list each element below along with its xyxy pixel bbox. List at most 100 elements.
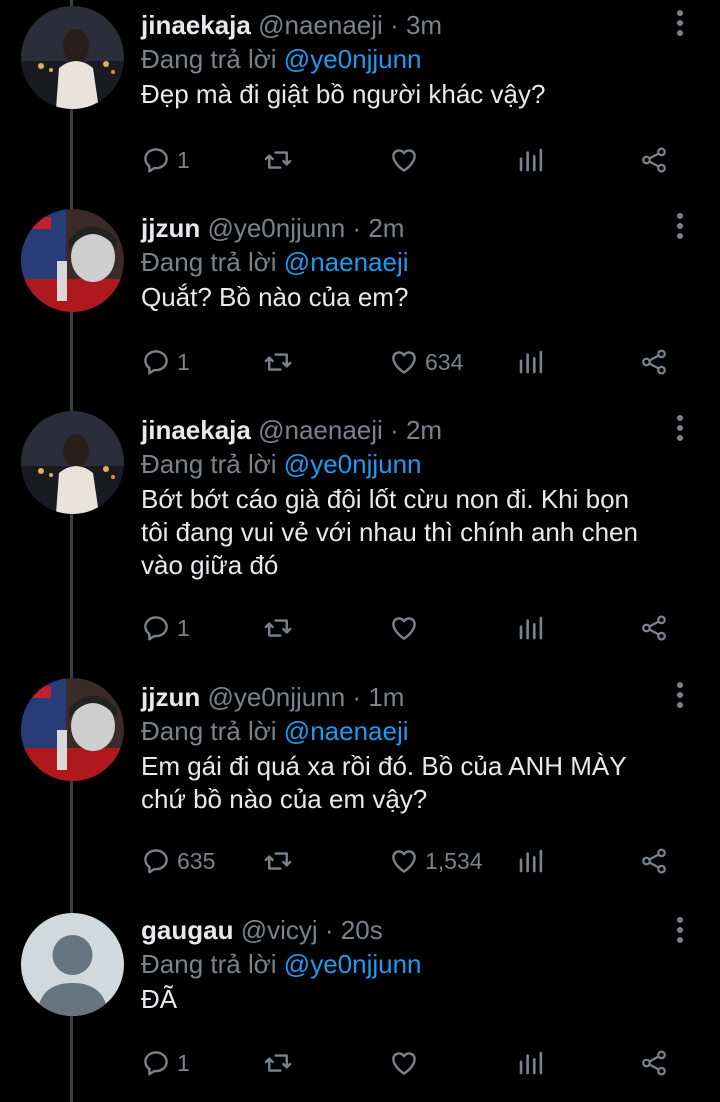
share-icon bbox=[642, 147, 666, 173]
like-count: 634 bbox=[425, 348, 464, 375]
analytics-icon bbox=[519, 350, 543, 374]
tweet[interactable]: gaugau @vicyj · 20s Đang trả lời @ye0njj… bbox=[0, 907, 720, 1102]
avatar[interactable] bbox=[21, 6, 124, 109]
replying-to: Đang trả lời @naenaeji bbox=[141, 247, 409, 277]
analytics-icon bbox=[519, 849, 543, 873]
replying-to: Đang trả lời @ye0njjunn bbox=[141, 449, 422, 479]
retweet-button[interactable] bbox=[263, 843, 299, 879]
analytics-button[interactable] bbox=[516, 843, 546, 879]
action-bar: 1 bbox=[141, 1045, 681, 1081]
tweet-text: Bớt bớt cáo già đội lốt cừu non đi. Khi … bbox=[141, 484, 638, 580]
display-name[interactable]: jinaekaja bbox=[141, 10, 251, 40]
like-button[interactable] bbox=[389, 142, 425, 178]
handle[interactable]: @ye0njjunn bbox=[207, 682, 345, 712]
reply-button[interactable]: 1 bbox=[141, 610, 190, 646]
reply-count: 1 bbox=[177, 348, 190, 375]
handle[interactable]: @ye0njjunn bbox=[207, 213, 345, 243]
like-button[interactable]: 634 bbox=[389, 344, 463, 380]
mention-link[interactable]: @ye0njjunn bbox=[284, 44, 422, 74]
share-button[interactable] bbox=[639, 142, 669, 178]
retweet-button[interactable] bbox=[263, 344, 299, 380]
reply-count: 1 bbox=[177, 1049, 190, 1076]
heart-icon bbox=[392, 850, 416, 873]
display-name[interactable]: jjzun bbox=[141, 682, 200, 712]
share-button[interactable] bbox=[639, 843, 669, 879]
handle[interactable]: @naenaeji bbox=[258, 415, 383, 445]
action-bar: 1 634 bbox=[141, 344, 681, 380]
timestamp[interactable]: 2m bbox=[368, 213, 404, 243]
avatar[interactable] bbox=[21, 678, 124, 781]
action-bar: 1 bbox=[141, 142, 681, 178]
tweet[interactable]: jjzun @ye0njjunn · 2m Đang trả lời @naen… bbox=[0, 203, 720, 403]
share-icon bbox=[642, 615, 666, 641]
avatar[interactable] bbox=[21, 913, 124, 1016]
avatar[interactable] bbox=[21, 411, 124, 514]
reply-count: 1 bbox=[177, 146, 190, 173]
timestamp[interactable]: 1m bbox=[368, 682, 404, 712]
like-button[interactable]: 1,534 bbox=[389, 843, 483, 879]
share-icon bbox=[642, 848, 666, 874]
mention-link[interactable]: @ye0njjunn bbox=[284, 949, 422, 979]
retweet-icon bbox=[264, 353, 292, 371]
retweet-icon bbox=[264, 151, 292, 169]
mention-link[interactable]: @naenaeji bbox=[284, 247, 409, 277]
default-avatar-icon bbox=[21, 913, 124, 1016]
reply-button[interactable]: 635 bbox=[141, 843, 215, 879]
replying-to: Đang trả lời @ye0njjunn bbox=[141, 44, 422, 74]
more-options-icon[interactable] bbox=[676, 213, 684, 241]
share-button[interactable] bbox=[639, 610, 669, 646]
retweet-button[interactable] bbox=[263, 142, 299, 178]
more-options-icon[interactable] bbox=[676, 917, 684, 945]
share-button[interactable] bbox=[639, 344, 669, 380]
handle[interactable]: @vicyj bbox=[241, 915, 318, 945]
share-button[interactable] bbox=[639, 1045, 669, 1081]
like-button[interactable] bbox=[389, 610, 425, 646]
tweet-text: Em gái đi quá xa rồi đó. Bồ của ANH MÀY … bbox=[141, 751, 627, 814]
reply-icon bbox=[144, 1051, 168, 1076]
timestamp[interactable]: 2m bbox=[406, 415, 442, 445]
display-name[interactable]: jinaekaja bbox=[141, 415, 251, 445]
mention-link[interactable]: @ye0njjunn bbox=[284, 449, 422, 479]
reply-count: 1 bbox=[177, 614, 190, 641]
tweet[interactable]: jinaekaja @naenaeji · 2m Đang trả lời @y… bbox=[0, 405, 720, 670]
analytics-button[interactable] bbox=[516, 1045, 546, 1081]
display-name[interactable]: gaugau bbox=[141, 915, 233, 945]
tweet-header: jjzun @ye0njjunn · 2m bbox=[141, 213, 405, 243]
tweet-header: gaugau @vicyj · 20s bbox=[141, 915, 383, 945]
reply-icon bbox=[144, 148, 168, 173]
reply-button[interactable]: 1 bbox=[141, 344, 190, 380]
display-name[interactable]: jjzun bbox=[141, 213, 200, 243]
replying-to: Đang trả lời @ye0njjunn bbox=[141, 949, 422, 979]
mention-link[interactable]: @naenaeji bbox=[284, 716, 409, 746]
avatar[interactable] bbox=[21, 209, 124, 312]
tweet-header: jjzun @ye0njjunn · 1m bbox=[141, 682, 405, 712]
timestamp[interactable]: 3m bbox=[406, 10, 442, 40]
analytics-button[interactable] bbox=[516, 142, 546, 178]
more-options-icon[interactable] bbox=[676, 10, 684, 38]
reply-button[interactable]: 1 bbox=[141, 1045, 190, 1081]
analytics-button[interactable] bbox=[516, 344, 546, 380]
timestamp[interactable]: 20s bbox=[341, 915, 383, 945]
retweet-icon bbox=[264, 619, 292, 637]
more-options-icon[interactable] bbox=[676, 682, 684, 710]
reply-button[interactable]: 1 bbox=[141, 142, 190, 178]
tweet-text: Quắt? Bồ nào của em? bbox=[141, 282, 409, 312]
reply-count: 635 bbox=[177, 847, 216, 874]
analytics-button[interactable] bbox=[516, 610, 546, 646]
tweet[interactable]: jjzun @ye0njjunn · 1m Đang trả lời @naen… bbox=[0, 672, 720, 904]
more-options-icon[interactable] bbox=[676, 415, 684, 443]
retweet-button[interactable] bbox=[263, 1045, 299, 1081]
analytics-icon bbox=[519, 616, 543, 640]
analytics-icon bbox=[519, 148, 543, 172]
like-count: 1,534 bbox=[425, 847, 483, 874]
heart-icon bbox=[392, 149, 416, 172]
handle[interactable]: @naenaeji bbox=[258, 10, 383, 40]
reply-icon bbox=[144, 849, 168, 874]
like-button[interactable] bbox=[389, 1045, 425, 1081]
tweet-header: jinaekaja @naenaeji · 2m bbox=[141, 415, 443, 445]
tweet[interactable]: jinaekaja @naenaeji · 3m Đang trả lời @y… bbox=[0, 0, 720, 200]
tweet-header: jinaekaja @naenaeji · 3m bbox=[141, 10, 443, 40]
retweet-button[interactable] bbox=[263, 610, 299, 646]
heart-icon bbox=[392, 617, 416, 640]
analytics-icon bbox=[519, 1051, 543, 1075]
